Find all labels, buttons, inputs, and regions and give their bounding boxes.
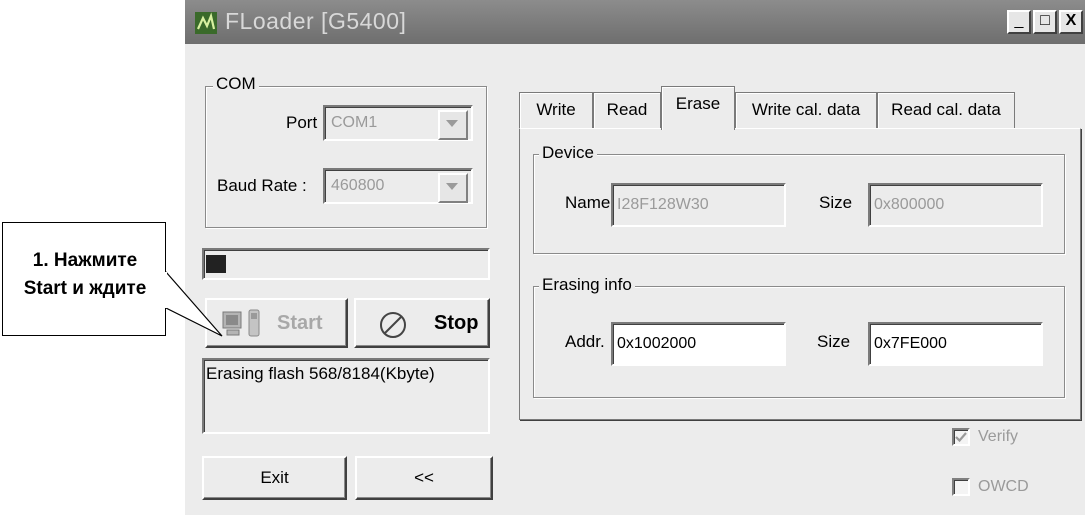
- baud-select[interactable]: 460800: [323, 168, 473, 204]
- verify-label: Verify: [978, 428, 1019, 445]
- device-size-label: Size: [819, 193, 853, 212]
- status-text: Erasing flash 568/8184(Kbyte): [206, 364, 435, 383]
- erase-addr-input[interactable]: 0x1002000: [611, 322, 786, 366]
- baud-value: 460800: [331, 177, 385, 194]
- callout-line-2: Start и ждите: [23, 278, 147, 299]
- start-button[interactable]: Start: [205, 298, 348, 348]
- window-title: FLoader [G5400]: [225, 8, 407, 34]
- erase-addr-label: Addr.: [565, 332, 605, 351]
- verify-checkbox[interactable]: [952, 428, 970, 446]
- maximize-button[interactable]: □: [1033, 10, 1057, 34]
- erasing-info-legend: Erasing info: [539, 275, 635, 295]
- baud-label: Baud Rate :: [217, 176, 307, 195]
- erase-size-input[interactable]: 0x7FE000: [868, 322, 1043, 366]
- erase-addr-value: 0x1002000: [617, 335, 697, 352]
- tab-write-cal-data[interactable]: Write cal. data: [735, 92, 877, 128]
- stop-label: Stop: [434, 312, 479, 334]
- chevron-down-icon[interactable]: [438, 173, 468, 203]
- exit-button[interactable]: Exit: [202, 456, 347, 500]
- tab-read-cal-data[interactable]: Read cal. data: [877, 92, 1015, 128]
- floader-app-icon: [195, 12, 217, 34]
- device-name-value: I28F128W30: [617, 196, 709, 213]
- callout-pointer: [165, 270, 223, 337]
- progress-bar: [202, 248, 490, 280]
- callout-line-1: 1. Нажмите: [32, 250, 138, 271]
- device-size-value: 0x800000: [874, 196, 945, 213]
- port-value: COM1: [331, 114, 378, 131]
- start-label: Start: [277, 312, 323, 334]
- tab-write[interactable]: Write: [519, 92, 593, 128]
- chevron-down-icon[interactable]: [438, 110, 468, 140]
- check-icon: [955, 432, 967, 443]
- port-select[interactable]: COM1: [323, 105, 473, 141]
- com-legend: COM: [213, 74, 259, 94]
- tab-erase[interactable]: Erase: [661, 86, 735, 130]
- exit-label: Exit: [260, 468, 289, 487]
- device-name-field: I28F128W30: [611, 183, 786, 227]
- device-size-field: 0x800000: [868, 183, 1043, 227]
- stop-button[interactable]: Stop: [354, 298, 490, 348]
- device-name-label: Name: [565, 193, 611, 212]
- erase-size-label: Size: [817, 332, 851, 351]
- close-button[interactable]: X: [1059, 10, 1083, 34]
- title-bar[interactable]: FLoader [G5400] _ □ X: [185, 0, 1085, 44]
- device-legend: Device: [539, 143, 597, 163]
- stop-circle-icon: [380, 312, 406, 338]
- collapse-label: <<: [414, 468, 434, 487]
- erase-size-value: 0x7FE000: [874, 335, 947, 352]
- floader-window: FLoader [G5400] _ □ X COM Port : COM1 Ba…: [185, 0, 1085, 515]
- port-label: Port :: [286, 113, 327, 132]
- owcd-label: OWCD: [978, 478, 1029, 495]
- instruction-callout: 1. Нажмите Start и ждите: [2, 222, 166, 336]
- collapse-button[interactable]: <<: [355, 456, 493, 500]
- phone-pc-icon: [222, 309, 260, 337]
- tab-read[interactable]: Read: [593, 92, 661, 128]
- status-box: Erasing flash 568/8184(Kbyte): [202, 358, 490, 434]
- minimize-button[interactable]: _: [1007, 10, 1031, 34]
- owcd-checkbox[interactable]: [952, 478, 970, 496]
